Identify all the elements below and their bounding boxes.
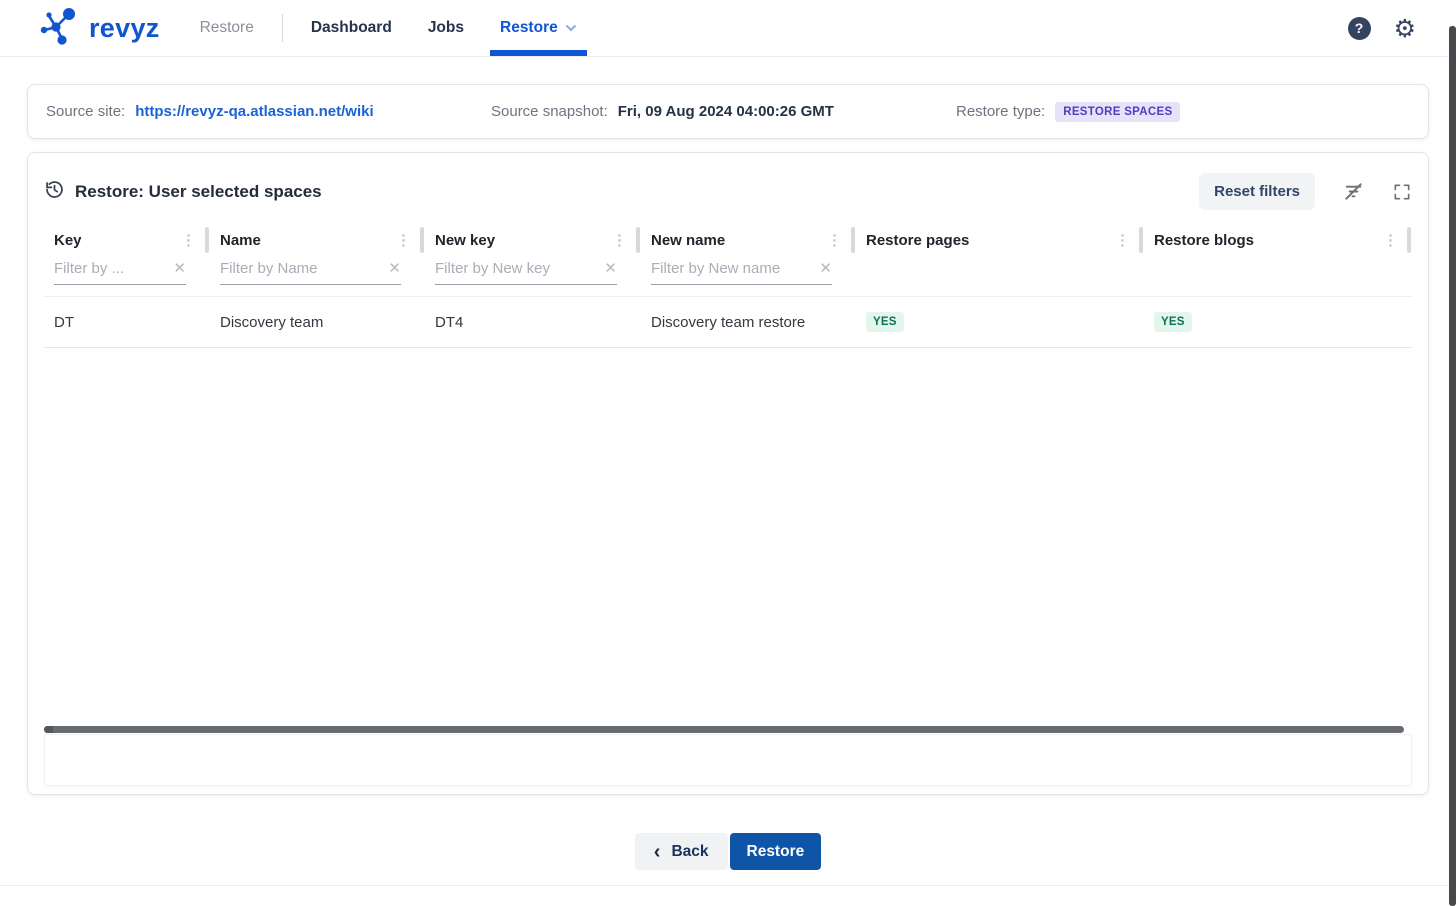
table-row: DT Discovery team DT4 Discovery team res… xyxy=(44,297,1412,348)
help-icon[interactable]: ? xyxy=(1348,17,1371,40)
clear-filter-icon[interactable]: ✕ xyxy=(819,259,832,277)
cell-name: Discovery team xyxy=(210,314,425,331)
nav-item-restore-secondary[interactable]: Restore xyxy=(196,0,258,56)
panel-header: Restore: User selected spaces Reset filt… xyxy=(28,153,1428,224)
column-header-new-key: New key ⋮ xyxy=(425,224,641,257)
cell-restore-blogs: YES xyxy=(1144,312,1412,332)
restore-button[interactable]: Restore xyxy=(730,833,822,870)
top-navigation-bar: revyz Restore Dashboard Jobs Restore ? ⚙ xyxy=(0,0,1456,57)
reset-filters-button[interactable]: Reset filters xyxy=(1199,173,1315,210)
source-site-label: Source site: xyxy=(46,103,125,120)
chevron-down-icon xyxy=(565,24,577,32)
column-menu-icon[interactable]: ⋮ xyxy=(396,233,411,248)
nav-item-jobs[interactable]: Jobs xyxy=(424,0,468,56)
brand-name: revyz xyxy=(89,13,160,44)
clear-filter-icon[interactable]: ✕ xyxy=(173,259,186,277)
column-resize-handle[interactable] xyxy=(636,227,640,253)
page-bottom-divider xyxy=(0,885,1456,886)
source-site-group: Source site: https://revyz-qa.atlassian.… xyxy=(46,103,491,120)
cell-new-name: Discovery team restore xyxy=(641,314,856,331)
column-header-key: Key ⋮ xyxy=(44,224,210,257)
column-menu-icon[interactable]: ⋮ xyxy=(1383,233,1398,248)
restore-type-badge: RESTORE SPACES xyxy=(1055,102,1180,122)
active-tab-underline xyxy=(490,50,587,56)
filter-input-key[interactable] xyxy=(54,260,169,277)
table-footer-area xyxy=(44,734,1412,786)
nav-right-controls: ? ⚙ xyxy=(1348,0,1416,56)
source-snapshot-label: Source snapshot: xyxy=(491,103,608,120)
column-header-restore-blogs: Restore blogs ⋮ xyxy=(1144,224,1412,257)
source-site-link[interactable]: https://revyz-qa.atlassian.net/wiki xyxy=(135,103,373,120)
nav-item-dashboard[interactable]: Dashboard xyxy=(307,0,396,56)
footer-actions: ‹ Back Restore xyxy=(0,833,1456,870)
column-resize-handle[interactable] xyxy=(420,227,424,253)
cell-restore-pages: YES xyxy=(856,312,1144,332)
cell-new-key: DT4 xyxy=(425,314,641,331)
restore-info-bar: Source site: https://revyz-qa.atlassian.… xyxy=(27,84,1429,139)
back-chevron-icon: ‹ xyxy=(654,842,661,862)
history-icon xyxy=(44,179,65,205)
cell-key: DT xyxy=(44,314,210,331)
clear-filter-icon[interactable]: ✕ xyxy=(388,259,401,277)
vertical-scrollbar[interactable] xyxy=(1449,26,1456,906)
panel-title: Restore: User selected spaces xyxy=(75,182,322,202)
nav-divider xyxy=(282,14,283,42)
brand-logo-icon xyxy=(40,4,82,53)
back-button[interactable]: ‹ Back xyxy=(635,833,728,870)
column-menu-icon[interactable]: ⋮ xyxy=(827,233,842,248)
source-snapshot-value: Fri, 09 Aug 2024 04:00:26 GMT xyxy=(618,103,834,120)
column-menu-icon[interactable]: ⋮ xyxy=(181,233,196,248)
filter-input-name[interactable] xyxy=(220,260,384,277)
nav-items: Restore Dashboard Jobs Restore xyxy=(182,0,595,56)
horizontal-scrollbar[interactable] xyxy=(44,726,1404,733)
table-filter-row: ✕ ✕ ✕ ✕ xyxy=(44,257,1412,297)
restore-blogs-badge: YES xyxy=(1154,312,1192,332)
restore-spaces-panel: Restore: User selected spaces Reset filt… xyxy=(27,152,1429,795)
clear-filter-icon[interactable]: ✕ xyxy=(604,259,617,277)
column-resize-handle[interactable] xyxy=(1407,227,1411,253)
column-menu-icon[interactable]: ⋮ xyxy=(612,233,627,248)
table-header-row: Key ⋮ Name ⋮ New key ⋮ New name ⋮ Restor… xyxy=(44,224,1412,257)
column-resize-handle[interactable] xyxy=(1139,227,1143,253)
table-empty-area xyxy=(44,348,1412,726)
spaces-table: Key ⋮ Name ⋮ New key ⋮ New name ⋮ Restor… xyxy=(44,224,1412,726)
nav-item-restore-active[interactable]: Restore xyxy=(496,0,581,56)
column-resize-handle[interactable] xyxy=(205,227,209,253)
source-snapshot-group: Source snapshot: Fri, 09 Aug 2024 04:00:… xyxy=(491,103,956,120)
filter-off-icon[interactable] xyxy=(1342,180,1365,203)
filter-input-new-name[interactable] xyxy=(651,260,815,277)
column-resize-handle[interactable] xyxy=(851,227,855,253)
gear-icon[interactable]: ⚙ xyxy=(1394,16,1416,41)
fullscreen-icon[interactable] xyxy=(1392,182,1412,202)
restore-type-label: Restore type: xyxy=(956,103,1045,120)
restore-type-group: Restore type: RESTORE SPACES xyxy=(956,102,1180,122)
column-menu-icon[interactable]: ⋮ xyxy=(1115,233,1130,248)
column-header-restore-pages: Restore pages ⋮ xyxy=(856,224,1144,257)
brand-logo[interactable]: revyz xyxy=(40,0,160,56)
column-header-new-name: New name ⋮ xyxy=(641,224,856,257)
restore-pages-badge: YES xyxy=(866,312,904,332)
filter-input-new-key[interactable] xyxy=(435,260,600,277)
column-header-name: Name ⋮ xyxy=(210,224,425,257)
